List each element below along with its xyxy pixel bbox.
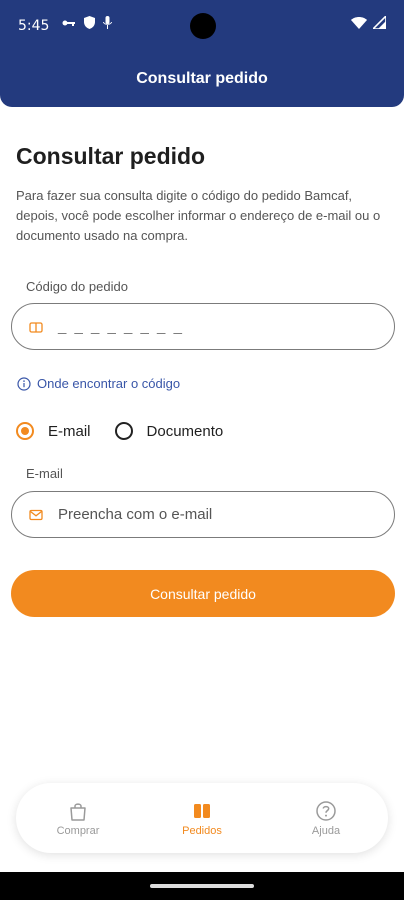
home-indicator[interactable] xyxy=(150,884,254,888)
ticket-icon xyxy=(29,322,43,333)
system-navigation-bar xyxy=(0,872,404,900)
order-code-input[interactable]: _ _ _ _ _ _ _ _ xyxy=(11,303,395,350)
help-link-label: Onde encontrar o código xyxy=(37,376,181,391)
radio-document[interactable]: Documento xyxy=(114,422,224,440)
nav-label-comprar: Comprar xyxy=(56,824,100,837)
nav-item-pedidos[interactable]: Pedidos xyxy=(152,800,252,837)
email-input[interactable]: Preencha com o e-mail xyxy=(11,491,395,538)
page-title: Consultar pedido xyxy=(16,143,206,169)
mic-icon xyxy=(103,16,112,29)
envelope-icon xyxy=(29,509,43,521)
header-title: Consultar pedido xyxy=(136,70,268,87)
contact-type-radio-group: E-mail Documento xyxy=(16,422,247,440)
nav-item-ajuda[interactable]: Ajuda xyxy=(276,800,376,837)
status-icons-right xyxy=(351,16,386,29)
info-icon xyxy=(17,376,31,391)
nav-item-comprar[interactable]: Comprar xyxy=(28,800,128,837)
bag-icon xyxy=(70,802,86,821)
radio-email-indicator xyxy=(16,422,34,440)
order-code-value: _ _ _ _ _ _ _ _ xyxy=(58,318,184,335)
submit-button[interactable]: Consultar pedido xyxy=(11,570,395,617)
status-time: 5:45 xyxy=(18,18,50,34)
email-placeholder: Preencha com o e-mail xyxy=(58,506,213,523)
nav-label-ajuda: Ajuda xyxy=(311,824,341,837)
camera-cutout xyxy=(190,13,216,39)
shield-icon xyxy=(84,16,95,29)
radio-email-label: E-mail xyxy=(48,422,91,440)
nav-label-pedidos: Pedidos xyxy=(182,824,222,837)
help-link[interactable]: Onde encontrar o código xyxy=(17,376,180,391)
radio-document-label: Documento xyxy=(146,422,224,440)
status-bar: 5:45 xyxy=(0,0,404,54)
email-label: E-mail xyxy=(26,466,63,481)
bottom-navigation: Comprar Pedidos Ajuda xyxy=(16,783,388,853)
help-icon xyxy=(316,800,336,821)
radio-document-indicator xyxy=(114,422,133,440)
app-header: 5:45 Consultar pedido xyxy=(0,0,404,107)
radio-email[interactable]: E-mail xyxy=(16,422,91,440)
order-code-label: Código do pedido xyxy=(26,279,128,294)
orders-icon xyxy=(194,803,210,818)
key-icon xyxy=(62,20,75,26)
status-icons-left xyxy=(62,16,112,29)
wifi-icon xyxy=(351,17,367,29)
page-description: Para fazer sua consulta digite o código … xyxy=(16,188,381,243)
signal-icon xyxy=(373,16,386,29)
